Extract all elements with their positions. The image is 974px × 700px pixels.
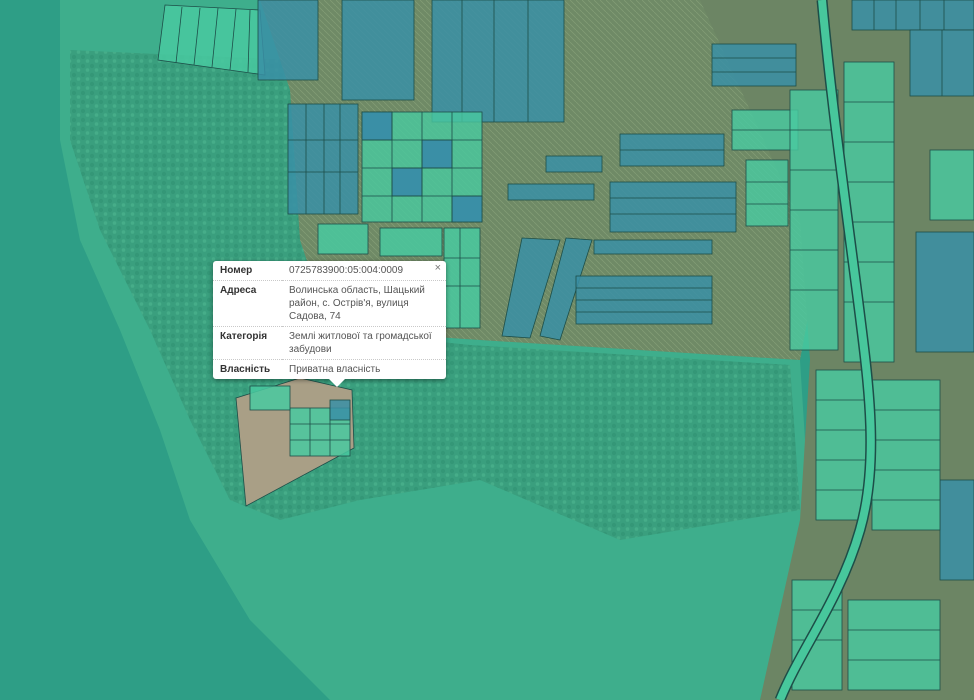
row-key-ownership: Власність [220,364,271,375]
parcel-info-popup: × Номер 0725783900:05:004:0009 Адреса Во… [213,261,446,387]
parcel-info-table: Номер 0725783900:05:004:0009 Адреса Воли… [213,261,446,379]
table-row: Категорія Землі житлової та громадської … [213,326,446,360]
row-key-category: Категорія [213,326,282,360]
close-icon[interactable]: × [435,262,441,274]
map-canvas[interactable] [0,0,974,700]
row-key-address: Адреса [213,280,282,327]
row-value-ownership: Приватна власність [289,364,381,375]
table-row: Власність Приватна власність [213,360,446,380]
table-row: Адреса Волинська область, Шацький район,… [213,280,446,327]
row-key-number: Номер [213,261,282,281]
row-value-address: Волинська область, Шацький район, с. Ост… [282,280,446,327]
row-value-category: Землі житлової та громадської забудови [282,326,446,360]
parcels-grid-center[interactable] [361,111,483,223]
table-row: Номер 0725783900:05:004:0009 [213,261,446,281]
row-value-number: 0725783900:05:004:0009 [282,261,446,281]
